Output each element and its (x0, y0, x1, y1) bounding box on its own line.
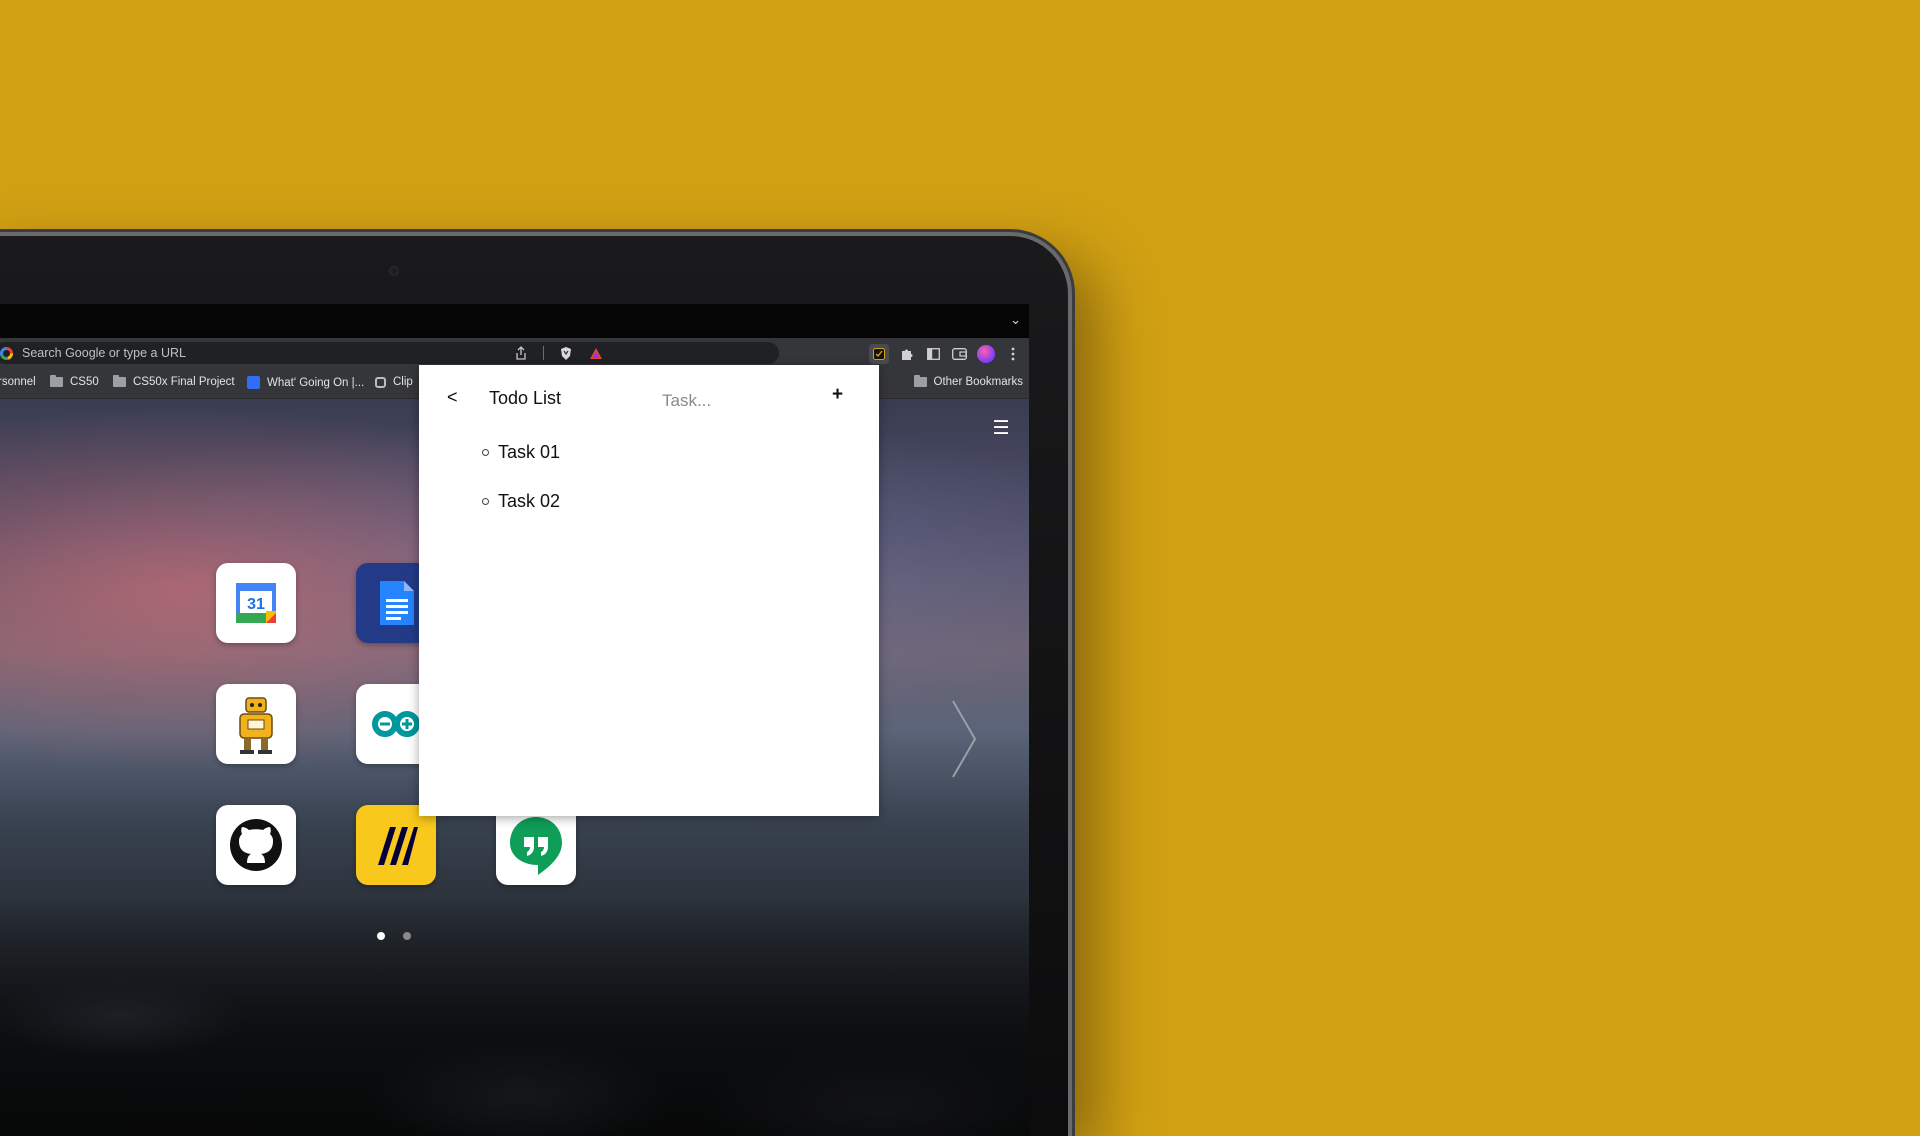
omnibox[interactable]: Search Google or type a URL (0, 342, 779, 364)
task-label: Task 02 (498, 491, 561, 511)
browser-toolbar: Search Google or type a URL (0, 338, 1029, 368)
miro-icon (378, 827, 418, 865)
toolbar-right-icons (869, 344, 1021, 364)
folder-icon (113, 375, 126, 387)
brave-rewards-icon[interactable] (588, 345, 604, 361)
next-page-arrow-icon[interactable] (949, 699, 979, 779)
calendar-day: 31 (247, 596, 265, 613)
sidebar-icon[interactable] (925, 346, 941, 362)
camera-dot (389, 266, 399, 276)
extensions-puzzle-icon[interactable] (899, 346, 915, 362)
tab-search-chevron-icon[interactable]: ⌄ (1010, 313, 1021, 328)
task-input[interactable] (660, 387, 814, 415)
omnibox-placeholder[interactable]: Search Google or type a URL (22, 346, 186, 360)
hamburger-menu-icon[interactable]: ☰ (991, 419, 1011, 438)
wallpaper-rocks (0, 896, 1029, 1136)
hangouts-app[interactable] (496, 805, 576, 885)
bookmark-personnel[interactable]: rsonnel (0, 376, 36, 388)
other-bookmarks[interactable]: Other Bookmarks (913, 375, 1023, 388)
task-item[interactable]: Task 02 (482, 491, 560, 512)
bookmark-whats-going-on[interactable]: What' Going On |... (247, 376, 364, 389)
toolbar-divider (543, 346, 544, 360)
page-dot-1[interactable] (377, 932, 385, 940)
github-icon (230, 819, 282, 871)
wallet-icon[interactable] (951, 346, 967, 362)
hangouts-icon (510, 817, 562, 875)
robot-app[interactable] (216, 684, 296, 764)
folder-icon (913, 375, 927, 387)
robot-icon (239, 697, 273, 754)
bookmark-label: CS50 (70, 376, 99, 388)
folder-icon (50, 375, 63, 387)
todo-extension-popup: < Todo List + Task 01 Task 02 (419, 365, 879, 816)
bullet-icon (482, 498, 489, 505)
brave-shield-icon[interactable] (558, 345, 574, 361)
google-icon (0, 347, 13, 360)
back-button[interactable]: < (447, 387, 458, 408)
github-app[interactable] (216, 805, 296, 885)
todo-title: Todo List (489, 388, 562, 408)
bookmark-label: rsonnel (0, 376, 36, 388)
browser-menu-icon[interactable] (1005, 346, 1021, 362)
omnibox-actions (513, 345, 604, 361)
page-indicator (377, 932, 411, 940)
bookmark-clip[interactable]: Clip (375, 376, 413, 388)
blue-app-icon (247, 376, 260, 389)
clipchamp-icon (375, 376, 386, 388)
add-task-button[interactable]: + (832, 384, 843, 406)
page-dot-2[interactable] (403, 932, 411, 940)
bookmark-label: CS50x Final Project (133, 376, 235, 388)
bookmark-cs50x-final-project[interactable]: CS50x Final Project (113, 375, 235, 388)
share-icon[interactable] (513, 345, 529, 361)
tab-strip: ⌄ (0, 304, 1029, 338)
laptop-bezel (0, 236, 1068, 304)
bookmark-label: Clip (393, 376, 413, 388)
google-calendar-app[interactable]: 31 (216, 563, 296, 643)
profile-avatar[interactable] (977, 345, 995, 363)
calendar-icon: 31 (236, 583, 276, 623)
bookmark-cs50[interactable]: CS50 (50, 375, 99, 388)
task-label: Task 01 (498, 442, 561, 462)
task-item[interactable]: Task 01 (482, 442, 560, 463)
other-bookmarks-label: Other Bookmarks (933, 376, 1023, 388)
todo-extension-icon[interactable] (869, 344, 889, 364)
bullet-icon (482, 449, 489, 456)
miro-app[interactable] (356, 805, 436, 885)
bookmark-label: What' Going On |... (267, 376, 365, 389)
